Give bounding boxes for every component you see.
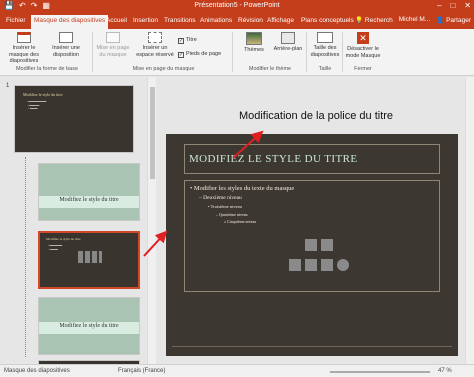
status-zoom[interactable]: 47 %: [438, 368, 452, 374]
arrow-to-title: [232, 130, 264, 159]
annotation-arrows: [143, 130, 264, 257]
status-bar: Masque des diapositives Français (France…: [0, 364, 474, 377]
status-view: Masque des diapositives: [4, 368, 70, 374]
arrow-to-slide: [143, 230, 168, 257]
zoom-slider[interactable]: [330, 371, 430, 373]
status-language[interactable]: Français (France): [118, 368, 165, 374]
